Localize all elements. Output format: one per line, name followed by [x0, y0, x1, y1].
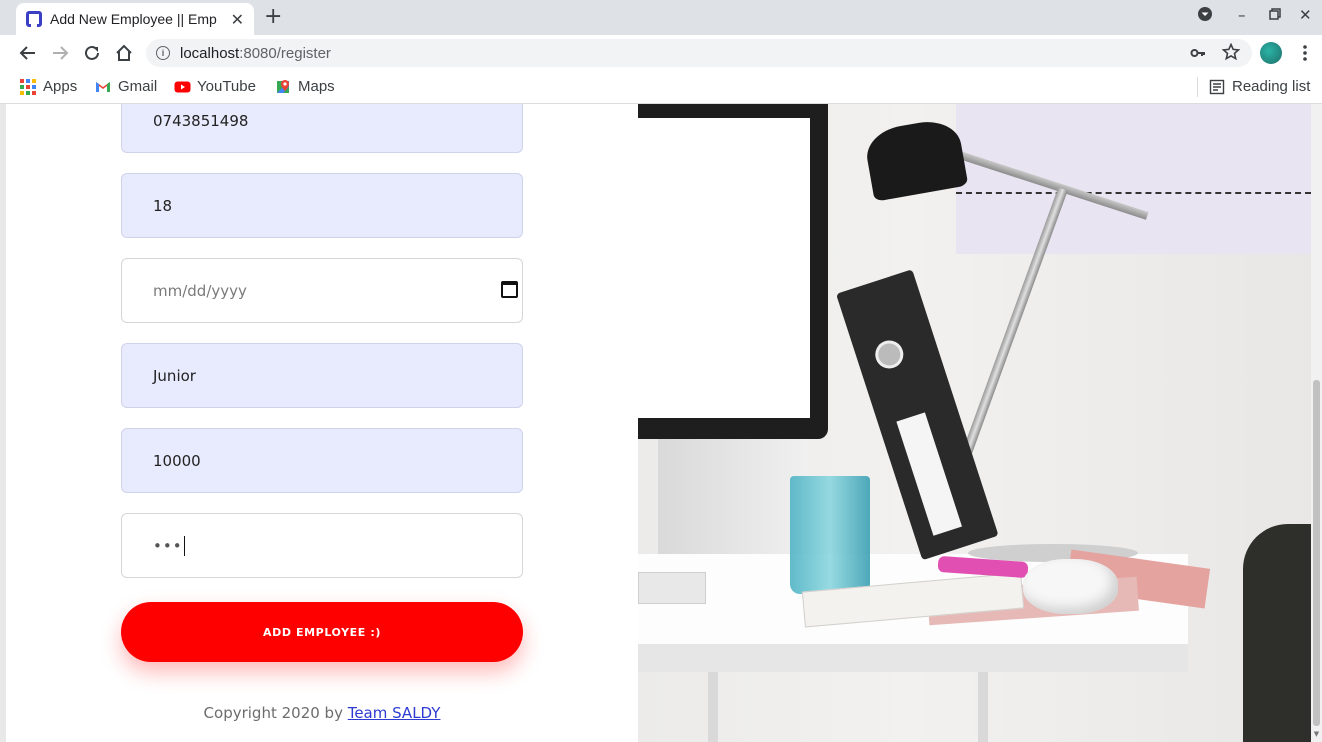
youtube-icon	[174, 79, 191, 95]
bookmarks-divider	[1197, 77, 1198, 97]
password-key-icon[interactable]	[1190, 45, 1206, 65]
profile-avatar[interactable]	[1260, 42, 1282, 64]
position-value: Junior	[153, 366, 196, 385]
new-tab-icon[interactable]: +	[264, 4, 282, 29]
calendar-icon[interactable]	[501, 281, 518, 298]
monitor-shape	[638, 104, 828, 439]
lamp-head	[862, 116, 969, 202]
bookmark-label: Maps	[298, 78, 335, 95]
skateboard-shape	[1243, 524, 1311, 742]
age-input[interactable]: 18	[121, 173, 523, 238]
home-icon[interactable]	[112, 41, 136, 65]
add-employee-label: ADD EMPLOYEE :)	[263, 625, 381, 639]
text-caret	[183, 535, 185, 556]
forward-arrow-icon[interactable]	[48, 41, 72, 65]
bookmark-star-icon[interactable]	[1221, 42, 1241, 65]
close-window-icon[interactable]: ✕	[1299, 6, 1312, 24]
site-info-icon[interactable]: i	[156, 46, 170, 60]
browser-toolbar: i localhost:8080/register	[0, 35, 1322, 71]
maps-icon	[275, 79, 291, 95]
bookmark-label: Apps	[43, 78, 78, 95]
monitor-stand-shape	[658, 439, 808, 559]
url-path: :8080/register	[239, 44, 331, 62]
browser-tab[interactable]: Add New Employee || Emp ✕	[16, 3, 254, 35]
scrollbar-thumb[interactable]	[1313, 380, 1320, 726]
minimize-icon[interactable]: –	[1238, 6, 1246, 24]
page-footer: Copyright 2020 by Team SALDY	[6, 704, 638, 722]
position-input[interactable]: Junior	[121, 343, 523, 408]
date-input[interactable]: mm/dd/yyyy	[121, 258, 523, 323]
tab-strip: Add New Employee || Emp ✕ + – ✕	[0, 0, 1322, 35]
office-desk-photo	[638, 104, 1311, 742]
bookmark-maps[interactable]: Maps	[275, 78, 335, 95]
add-employee-button[interactable]: ADD EMPLOYEE :)	[121, 602, 523, 662]
copyright-text: Copyright 2020 by	[203, 704, 348, 722]
reading-list-label: Reading list	[1232, 78, 1311, 95]
age-value: 18	[153, 196, 173, 215]
password-mask: •••	[153, 536, 183, 555]
scroll-down-arrow-icon[interactable]: ▼	[1313, 730, 1320, 738]
phone-value: 0743851498	[153, 111, 249, 130]
desk-leg	[708, 672, 718, 742]
bookmark-apps[interactable]: Apps	[20, 78, 77, 95]
team-link[interactable]: Team SALDY	[348, 704, 441, 722]
blueprint-paper	[956, 104, 1311, 254]
tab-title: Add New Employee || Emp	[50, 11, 217, 27]
bookmark-youtube[interactable]: YouTube	[174, 78, 256, 95]
salary-value: 10000	[153, 451, 201, 470]
keyboard-shape	[638, 572, 706, 604]
close-tab-icon[interactable]: ✕	[231, 10, 244, 29]
glass-shape	[790, 476, 870, 594]
back-arrow-icon[interactable]	[16, 41, 40, 65]
paper-ball-shape	[1023, 559, 1118, 614]
apps-grid-icon	[20, 78, 36, 95]
site-favicon-icon	[26, 11, 42, 27]
bookmark-label: YouTube	[197, 78, 256, 95]
menu-dots-icon[interactable]	[1293, 41, 1317, 65]
employee-form: 0743851498 18 mm/dd/yyyy Junior 10000 ••…	[6, 104, 638, 742]
phone-input[interactable]: 0743851498	[121, 104, 523, 153]
maximize-icon[interactable]	[1269, 6, 1281, 24]
reading-list-button[interactable]: Reading list	[1209, 78, 1310, 95]
desk-leg	[978, 672, 988, 742]
tab-search-icon[interactable]	[1197, 6, 1213, 26]
page-viewport: 0743851498 18 mm/dd/yyyy Junior 10000 ••…	[0, 104, 1322, 742]
desk-edge	[638, 644, 1188, 672]
salary-input[interactable]: 10000	[121, 428, 523, 493]
bookmark-gmail[interactable]: Gmail	[95, 78, 157, 95]
reload-icon[interactable]	[80, 41, 104, 65]
reading-list-icon	[1209, 79, 1225, 95]
url-host: localhost	[180, 44, 240, 62]
bookmark-label: Gmail	[118, 78, 158, 95]
password-input[interactable]: •••	[121, 513, 523, 578]
gmail-icon	[95, 79, 111, 95]
bookmarks-bar: Apps Gmail YouTube Maps Reading list	[0, 71, 1322, 104]
date-placeholder: mm/dd/yyyy	[153, 281, 247, 300]
page-scrollbar[interactable]: ▼	[1311, 104, 1322, 742]
address-bar[interactable]: i localhost:8080/register	[146, 39, 1252, 67]
